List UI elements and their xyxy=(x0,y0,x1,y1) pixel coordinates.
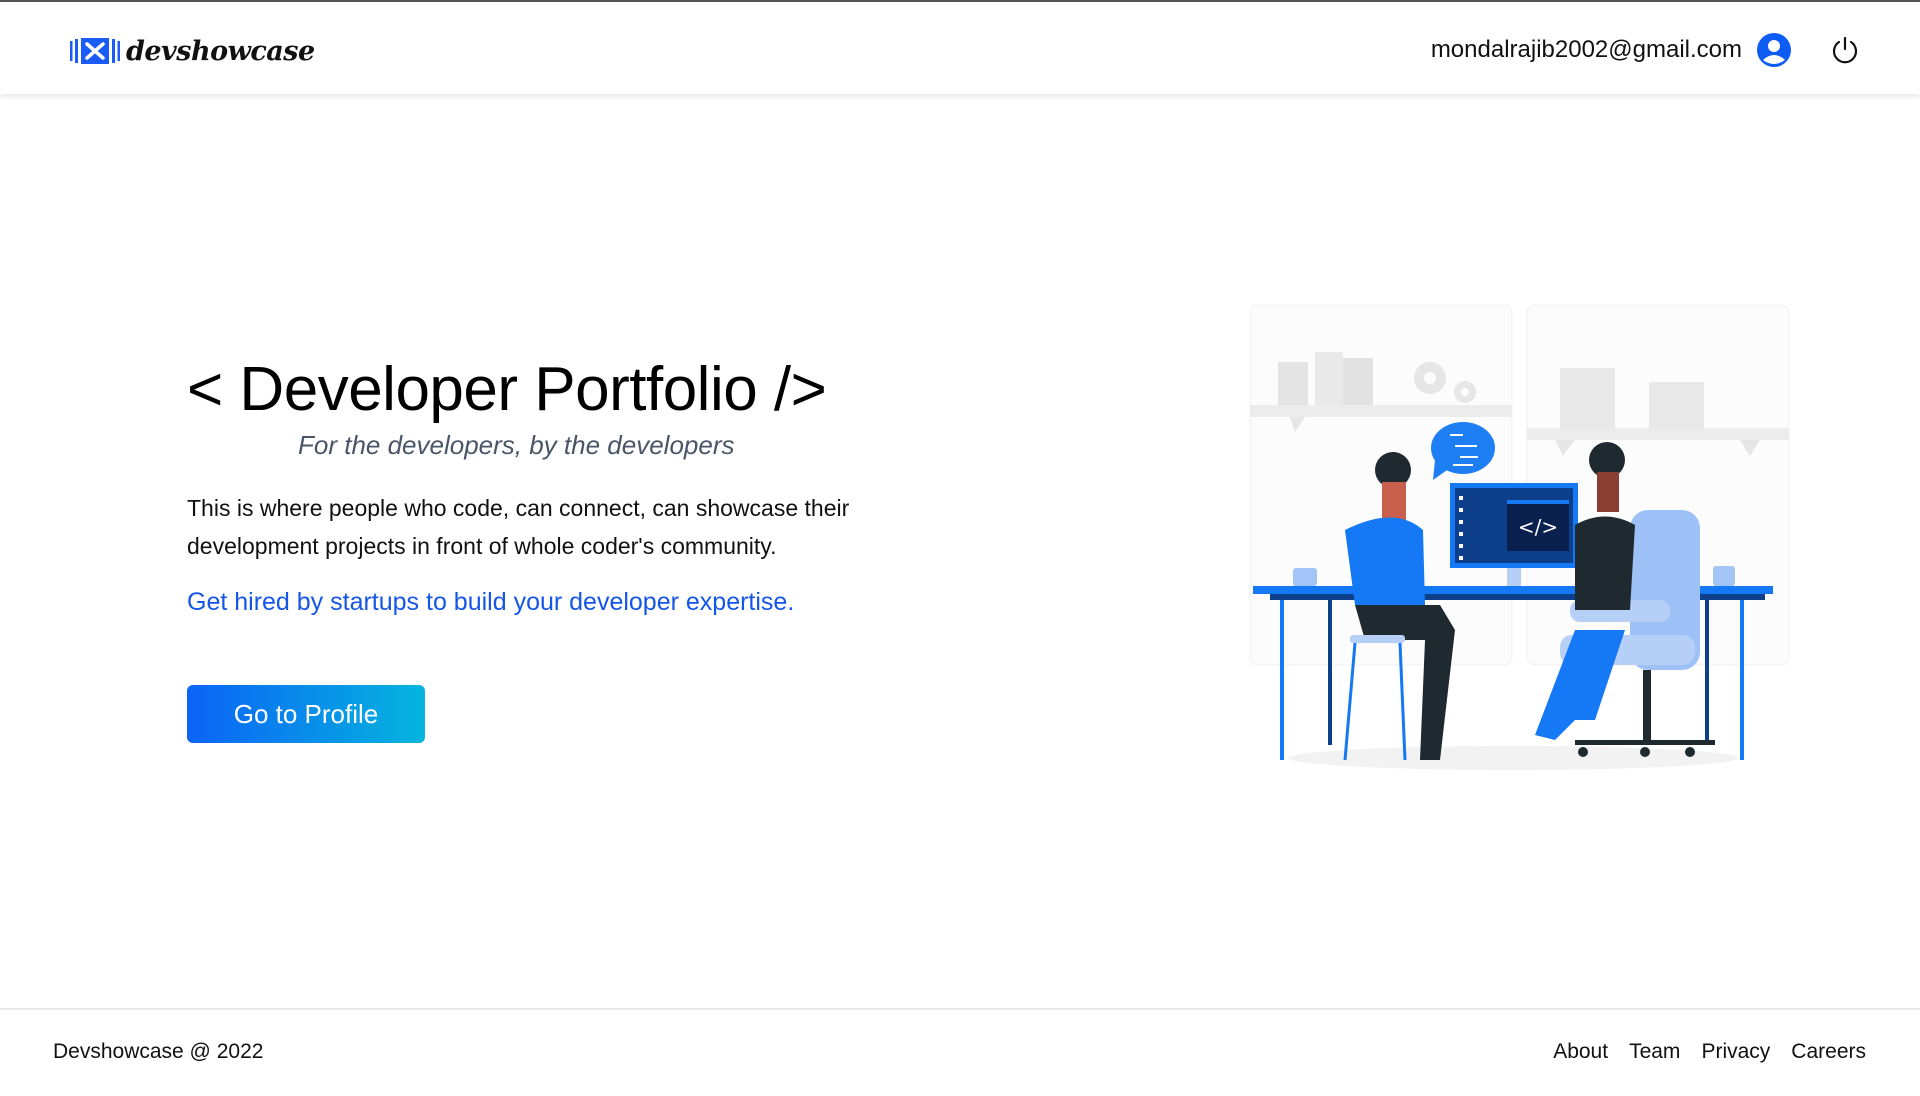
hero-subtitle: For the developers, by the developers xyxy=(298,430,735,460)
footer-link-careers[interactable]: Careers xyxy=(1791,1040,1866,1064)
power-icon[interactable] xyxy=(1830,35,1860,65)
footer-link-team[interactable]: Team xyxy=(1629,1040,1680,1064)
footer-copyright: Devshowcase @ 2022 xyxy=(53,1040,264,1063)
footer-link-privacy[interactable]: Privacy xyxy=(1701,1040,1770,1064)
footer-divider xyxy=(0,1008,1920,1010)
developers-at-desk-illustration: </> xyxy=(1249,304,1790,770)
footer-link-about[interactable]: About xyxy=(1553,1040,1608,1064)
hero-section: < Developer Portfolio /> For the develop… xyxy=(187,352,947,617)
footer-nav: About Team Privacy Careers xyxy=(1553,1040,1866,1064)
tools-icon xyxy=(70,38,120,64)
user-circle-icon[interactable] xyxy=(1756,32,1792,68)
user-area: mondalrajib2002@gmail.com xyxy=(1431,30,1860,70)
hire-link[interactable]: Get hired by startups to build your deve… xyxy=(187,588,947,617)
user-email: mondalrajib2002@gmail.com xyxy=(1430,36,1742,63)
navbar: devshowcase mondalrajib2002@gmail.com xyxy=(0,2,1920,94)
code-symbol: </> xyxy=(1518,515,1558,539)
go-to-profile-button[interactable]: Go to Profile xyxy=(187,685,425,743)
page-title: < Developer Portfolio /> xyxy=(187,355,827,424)
brand-name: devshowcase xyxy=(126,35,315,67)
hero-description: This is where people who code, can conne… xyxy=(187,495,850,559)
brand-logo[interactable]: devshowcase xyxy=(70,34,315,68)
